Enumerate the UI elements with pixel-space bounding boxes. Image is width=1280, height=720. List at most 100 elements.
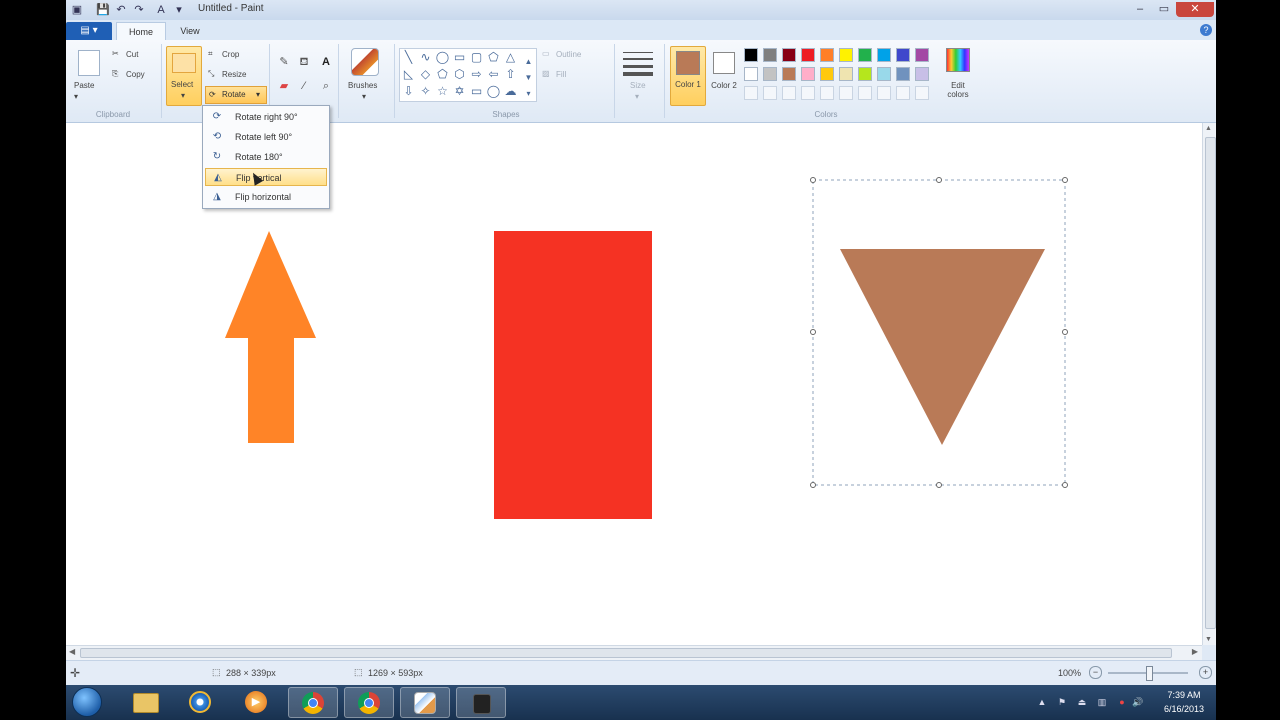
color-swatch[interactable]	[915, 48, 929, 62]
paste-button-label[interactable]: Paste	[74, 81, 94, 90]
custom-color-swatch[interactable]	[839, 86, 853, 100]
resize-button[interactable]: Resize	[222, 70, 246, 79]
polygon-shape-icon[interactable]: ⬠	[485, 49, 502, 66]
four-point-star-shape-icon[interactable]: ✧	[417, 83, 434, 100]
scroll-left-icon[interactable]: ◀	[69, 647, 75, 656]
fill-icon[interactable]: ▨	[542, 69, 550, 78]
color2-swatch[interactable]	[713, 52, 735, 74]
minimize-button[interactable]: –	[1128, 2, 1152, 17]
menu-item-flip-horizontal[interactable]: ◮ Flip horizontal	[205, 188, 327, 206]
color-swatch[interactable]	[763, 48, 777, 62]
tab-home[interactable]: Home	[116, 22, 166, 41]
outline-icon[interactable]: ▭	[542, 49, 550, 58]
color-swatch[interactable]	[858, 48, 872, 62]
color-swatch[interactable]	[877, 48, 891, 62]
alert-icon[interactable]: ●	[1116, 696, 1128, 708]
menu-item-flip-vertical[interactable]: ◭ Flip vertical	[205, 168, 327, 186]
custom-color-swatch[interactable]	[820, 86, 834, 100]
zoom-in-button[interactable]: +	[1199, 666, 1212, 679]
text-tool-icon[interactable]: A	[318, 54, 334, 70]
custom-color-swatch[interactable]	[915, 86, 929, 100]
right-arrow-shape-icon[interactable]: ⇨	[468, 66, 485, 83]
right-triangle-shape-icon[interactable]: ◺	[400, 66, 417, 83]
brushes-icon[interactable]	[351, 48, 379, 76]
color-swatch[interactable]	[896, 48, 910, 62]
color-swatch[interactable]	[877, 67, 891, 81]
color-swatch[interactable]	[763, 67, 777, 81]
zoom-slider-thumb[interactable]	[1146, 666, 1153, 681]
color-swatch[interactable]	[839, 48, 853, 62]
down-arrow-shape-icon[interactable]: ⇩	[400, 83, 417, 100]
horizontal-scroll-thumb[interactable]	[80, 648, 1172, 658]
fill-button[interactable]: Fill	[556, 70, 566, 79]
up-arrow-shape-icon[interactable]: ⇧	[502, 66, 519, 83]
orange-up-arrow[interactable]	[225, 231, 316, 443]
color-picker-icon[interactable]: ⁄	[296, 78, 312, 94]
pencil-icon[interactable]: ✎	[276, 54, 292, 70]
scroll-down-icon[interactable]: ▼	[1205, 636, 1212, 643]
paint-app-icon[interactable]: ▣	[70, 3, 84, 17]
rotate-button[interactable]: ⟳ Rotate ▾	[205, 86, 267, 104]
size-button-label[interactable]: Size	[630, 81, 646, 90]
start-button[interactable]	[72, 687, 102, 717]
scroll-right-icon[interactable]: ▶	[1192, 647, 1198, 656]
color-swatch[interactable]	[782, 48, 796, 62]
edit-colors-button-label[interactable]: Edit colors	[942, 81, 974, 99]
custom-color-swatch[interactable]	[763, 86, 777, 100]
vertical-scroll-thumb[interactable]	[1205, 137, 1216, 629]
color-swatch[interactable]	[858, 67, 872, 81]
color-swatch[interactable]	[801, 48, 815, 62]
close-button[interactable]: ✕	[1176, 2, 1214, 17]
color-swatch[interactable]	[839, 67, 853, 81]
tab-view[interactable]: View	[166, 22, 214, 40]
action-center-icon[interactable]: ⚑	[1056, 696, 1068, 708]
undo-icon[interactable]: ↶	[114, 3, 128, 17]
color-swatch[interactable]	[744, 67, 758, 81]
copy-button[interactable]: Copy	[126, 70, 145, 79]
color-swatch[interactable]	[744, 48, 758, 62]
text-icon[interactable]: A	[154, 3, 168, 17]
taskbar-paint-button[interactable]	[400, 687, 450, 718]
rounded-rectangle-shape-icon[interactable]: ▢	[468, 49, 485, 66]
color-swatch[interactable]	[782, 67, 796, 81]
custom-color-swatch[interactable]	[801, 86, 815, 100]
crop-button[interactable]: Crop	[222, 50, 239, 59]
cloud-callout-shape-icon[interactable]: ☁	[502, 83, 519, 100]
file-menu-button[interactable]: ▤ ▾	[66, 22, 112, 40]
edit-colors-icon[interactable]	[946, 48, 970, 72]
triangle-shape-icon[interactable]: △	[502, 49, 519, 66]
six-point-star-shape-icon[interactable]: ✡	[451, 83, 468, 100]
help-icon[interactable]: ?	[1200, 24, 1212, 36]
oval-callout-shape-icon[interactable]: ◯	[485, 83, 502, 100]
menu-item-rotate-180[interactable]: ↻ Rotate 180°	[205, 148, 327, 166]
color-swatch[interactable]	[896, 67, 910, 81]
taskbar-ie-button[interactable]	[176, 687, 226, 718]
show-hidden-icons[interactable]: ▲	[1036, 696, 1048, 708]
color-swatch[interactable]	[820, 48, 834, 62]
rectangle-shape-icon[interactable]: ▭	[451, 49, 468, 66]
zoom-out-button[interactable]: −	[1089, 666, 1102, 679]
shapes-scroll-up-icon[interactable]: ▲	[520, 53, 537, 70]
brown-down-triangle[interactable]	[840, 249, 1045, 445]
taskbar-explorer-button[interactable]	[120, 687, 170, 718]
color2-label[interactable]: Color 2	[709, 81, 739, 90]
crop-icon[interactable]: ⌗	[208, 49, 213, 59]
curve-shape-icon[interactable]: ∿	[417, 49, 434, 66]
eraser-icon[interactable]: ▰	[276, 78, 292, 94]
oval-shape-icon[interactable]: ◯	[434, 49, 451, 66]
maximize-button[interactable]: ▭	[1152, 2, 1176, 17]
menu-item-rotate-left[interactable]: ⟲ Rotate left 90°	[205, 128, 327, 146]
cut-icon[interactable]: ✂	[112, 49, 119, 58]
taskbar-camera-button[interactable]	[456, 687, 506, 718]
paste-dropdown-icon[interactable]: ▾	[74, 92, 78, 101]
left-arrow-shape-icon[interactable]: ⇦	[485, 66, 502, 83]
custom-color-swatch[interactable]	[896, 86, 910, 100]
color-swatch[interactable]	[820, 67, 834, 81]
color1-button[interactable]: Color 1	[670, 46, 706, 106]
outline-button[interactable]: Outline	[556, 50, 581, 59]
diamond-shape-icon[interactable]: ◇	[417, 66, 434, 83]
brushes-dropdown-icon[interactable]: ▾	[362, 92, 366, 101]
menu-item-rotate-right[interactable]: ⟳ Rotate right 90°	[205, 108, 327, 126]
brushes-button-label[interactable]: Brushes	[348, 81, 377, 90]
taskbar-media-player-button[interactable]: ▶	[232, 687, 282, 718]
